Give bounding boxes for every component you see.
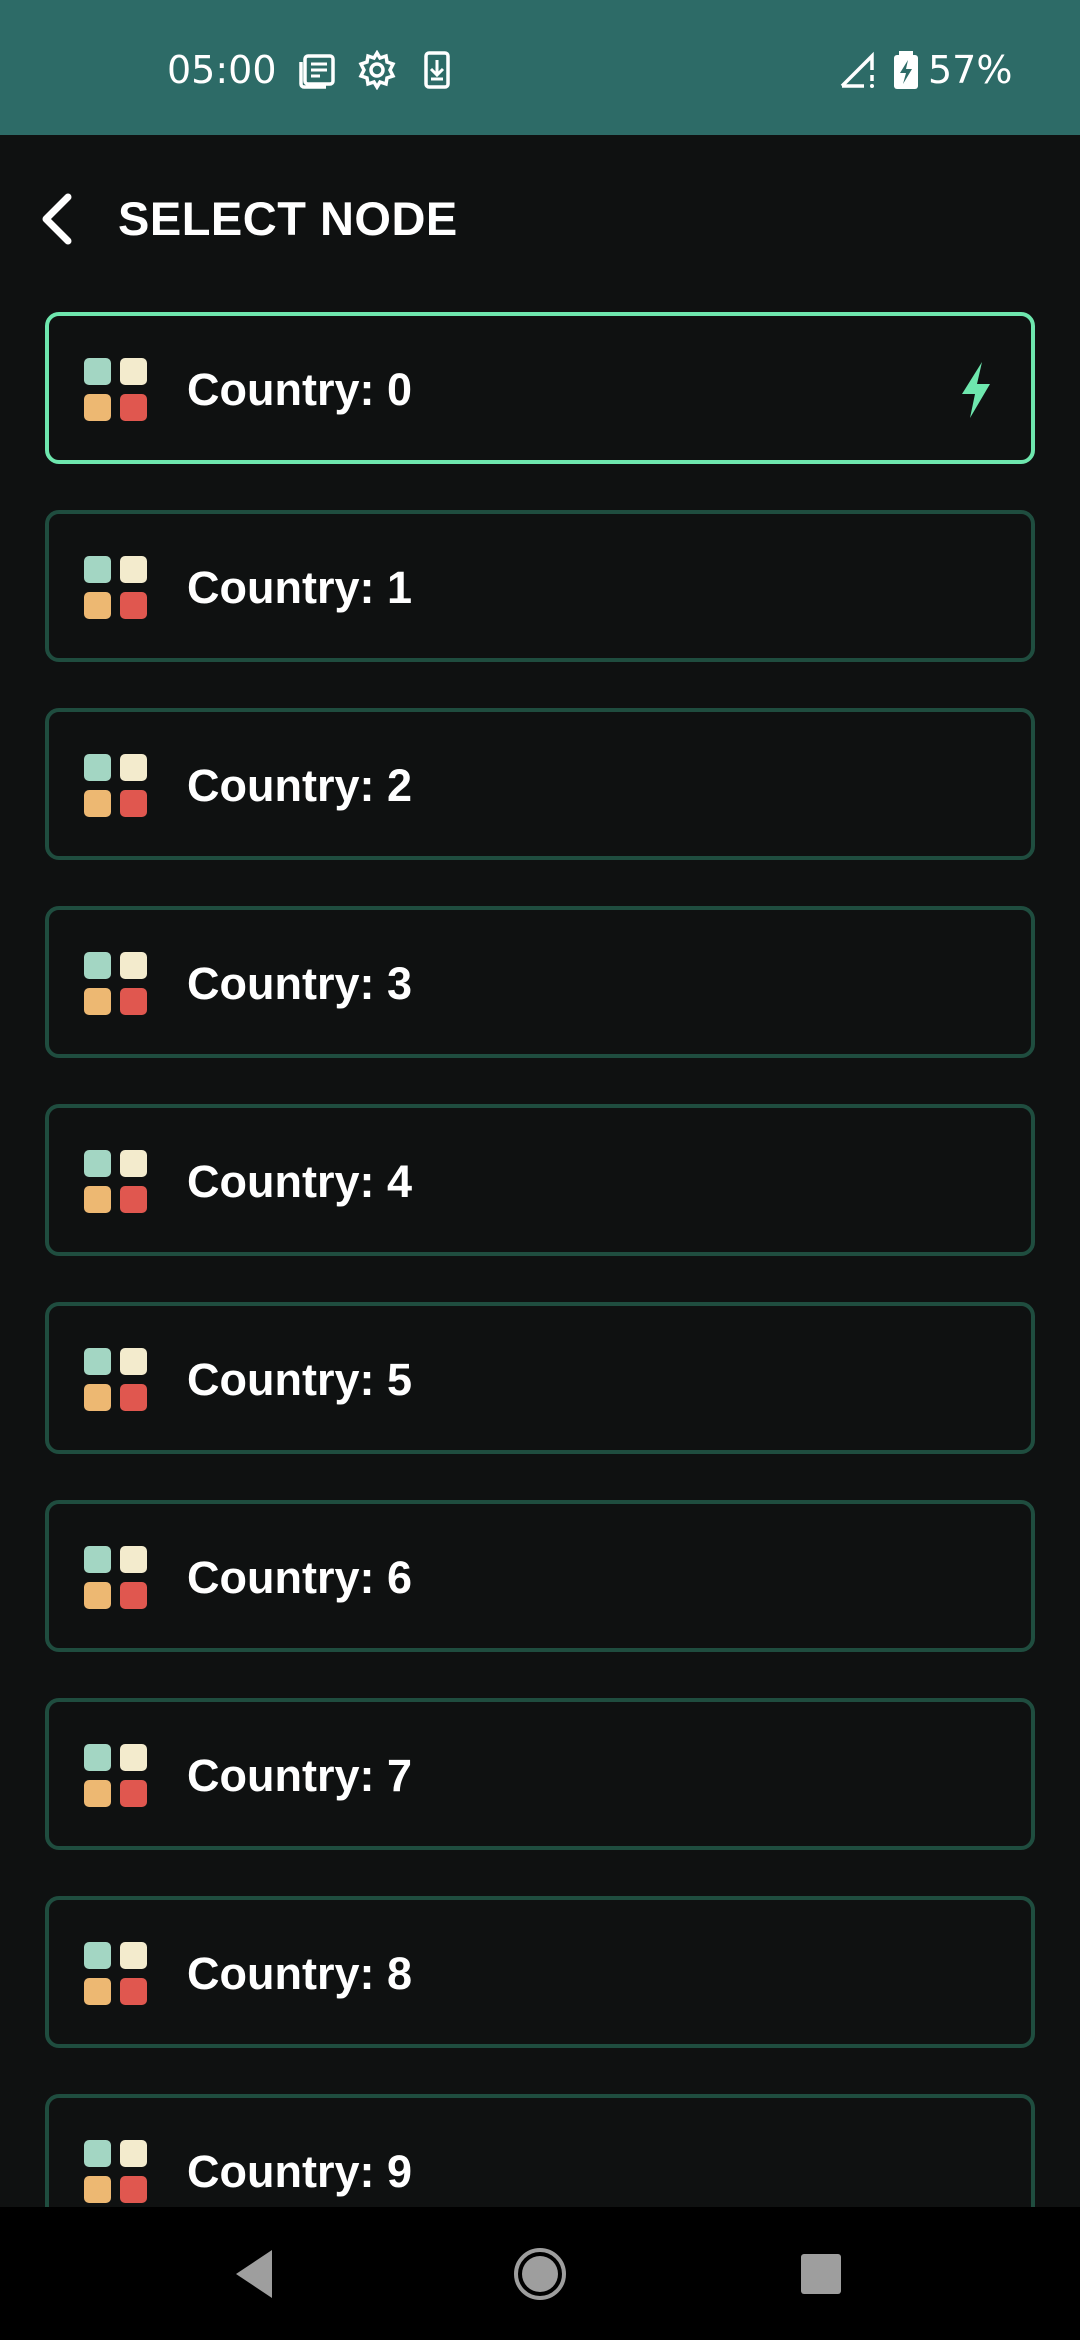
node-grid-icon <box>84 1348 148 1412</box>
node-grid-icon <box>84 1744 148 1808</box>
status-bar: 05:00 57% <box>0 0 1080 135</box>
node-item[interactable]: Country: 2 <box>45 708 1035 860</box>
lightning-bolt-icon <box>962 362 990 418</box>
node-item[interactable]: Country: 5 <box>45 1302 1035 1454</box>
news-icon <box>299 54 335 89</box>
download-icon <box>424 51 450 89</box>
node-item[interactable]: Country: 7 <box>45 1698 1035 1850</box>
system-nav-bar <box>0 2207 1080 2340</box>
node-grid-icon <box>84 1546 148 1610</box>
node-label: Country: 2 <box>187 760 412 811</box>
node-label: Country: 3 <box>187 958 412 1009</box>
signal-icon <box>840 51 874 88</box>
node-grid-icon <box>84 754 148 818</box>
node-item[interactable]: Country: 6 <box>45 1500 1035 1652</box>
node-label: Country: 1 <box>187 562 412 613</box>
settings-icon <box>358 50 396 90</box>
node-item[interactable]: Country: 1 <box>45 510 1035 662</box>
node-grid-icon <box>84 952 148 1016</box>
status-time: 05:00 <box>167 48 277 92</box>
node-grid-icon <box>84 556 148 620</box>
node-item-selected[interactable]: Country: 0 <box>45 312 1035 464</box>
node-list[interactable]: Country: 0 Country: 1 Country: 2 Country… <box>0 312 1080 2207</box>
node-item[interactable]: Country: 8 <box>45 1896 1035 2048</box>
chevron-left-icon[interactable] <box>28 187 92 251</box>
node-grid-icon <box>84 1942 148 2006</box>
node-item[interactable]: Country: 4 <box>45 1104 1035 1256</box>
node-label: Country: 6 <box>187 1552 412 1603</box>
page-title: SELECT NODE <box>118 192 458 245</box>
node-label: Country: 5 <box>187 1354 412 1405</box>
home-circle-icon[interactable] <box>508 2242 572 2306</box>
node-label: Country: 0 <box>187 364 412 415</box>
node-label: Country: 9 <box>187 2146 412 2197</box>
node-label: Country: 7 <box>187 1750 412 1801</box>
back-triangle-icon[interactable] <box>224 2242 288 2306</box>
recents-square-icon[interactable] <box>789 2242 853 2306</box>
screen: 05:00 57% SELECT NODE Country: 0 Country… <box>0 0 1080 2340</box>
battery-charging-icon <box>894 51 918 89</box>
node-item[interactable]: Country: 3 <box>45 906 1035 1058</box>
node-grid-icon <box>84 358 148 422</box>
node-label: Country: 8 <box>187 1948 412 1999</box>
header: SELECT NODE <box>0 135 1080 295</box>
node-grid-icon <box>84 2140 148 2204</box>
node-label: Country: 4 <box>187 1156 412 1207</box>
battery-percentage: 57% <box>928 48 1013 92</box>
node-item[interactable]: Country: 9 <box>45 2094 1035 2207</box>
node-grid-icon <box>84 1150 148 1214</box>
